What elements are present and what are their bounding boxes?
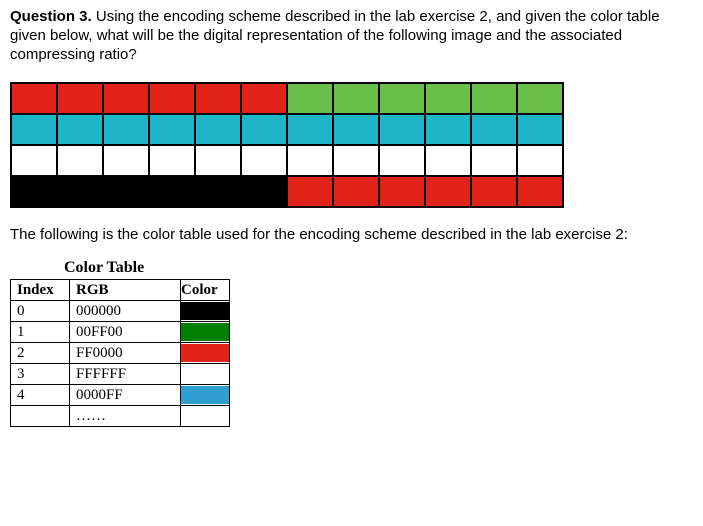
color-table-rgb: FF0000 xyxy=(70,343,181,364)
pixel-cell xyxy=(379,145,425,176)
pixel-cell xyxy=(57,176,103,207)
pixel-cell xyxy=(471,145,517,176)
pixel-cell xyxy=(425,145,471,176)
color-table-rgb: 000000 xyxy=(70,301,181,322)
pixel-cell xyxy=(11,176,57,207)
color-table-caption: Color Table xyxy=(64,259,693,277)
question-text: Question 3. Using the encoding scheme de… xyxy=(10,8,693,64)
color-table-swatch xyxy=(181,322,230,343)
pixel-cell xyxy=(287,114,333,145)
pixel-cell xyxy=(149,145,195,176)
pixel-row xyxy=(11,114,563,145)
color-table-index: 0 xyxy=(11,301,70,322)
color-table-rgb: …… xyxy=(70,406,181,427)
pixel-cell xyxy=(103,176,149,207)
pixel-cell xyxy=(11,145,57,176)
pixel-cell xyxy=(287,145,333,176)
pixel-cell xyxy=(471,176,517,207)
pixel-cell xyxy=(57,114,103,145)
pixel-cell xyxy=(149,83,195,114)
pixel-cell xyxy=(195,114,241,145)
color-table: Index RGB Color 0000000100FF002FF00003FF… xyxy=(10,279,230,427)
pixel-cell xyxy=(195,145,241,176)
pixel-cell xyxy=(149,114,195,145)
pixel-cell xyxy=(517,83,563,114)
pixel-cell xyxy=(333,176,379,207)
pixel-cell xyxy=(103,145,149,176)
pixel-cell xyxy=(425,114,471,145)
pixel-cell xyxy=(103,114,149,145)
color-table-swatch xyxy=(181,301,230,322)
pixel-cell xyxy=(471,83,517,114)
pixel-cell xyxy=(425,176,471,207)
pixel-cell xyxy=(379,83,425,114)
pixel-row xyxy=(11,145,563,176)
pixel-cell xyxy=(195,176,241,207)
color-table-row-ellipsis: …… xyxy=(11,406,230,427)
pixel-cell xyxy=(57,83,103,114)
color-table-row: 3FFFFFF xyxy=(11,364,230,385)
color-table-rgb: 0000FF xyxy=(70,385,181,406)
question-label: Question 3. xyxy=(10,8,92,25)
pixel-cell xyxy=(379,176,425,207)
pixel-cell xyxy=(517,145,563,176)
color-table-row: 40000FF xyxy=(11,385,230,406)
color-table-index: 1 xyxy=(11,322,70,343)
color-table-row: 100FF00 xyxy=(11,322,230,343)
pixel-cell xyxy=(333,83,379,114)
color-table-intro: The following is the color table used fo… xyxy=(10,226,693,245)
pixel-cell xyxy=(517,176,563,207)
question-body: Using the encoding scheme described in t… xyxy=(10,8,660,63)
pixel-cell xyxy=(287,83,333,114)
pixel-cell xyxy=(195,83,241,114)
pixel-cell xyxy=(11,83,57,114)
color-table-index: 2 xyxy=(11,343,70,364)
color-table-swatch xyxy=(181,406,230,427)
pixel-cell xyxy=(471,114,517,145)
pixel-cell xyxy=(287,176,333,207)
pixel-cell xyxy=(149,176,195,207)
pixel-cell xyxy=(241,145,287,176)
color-table-header-rgb: RGB xyxy=(70,280,181,301)
color-table-swatch xyxy=(181,343,230,364)
pixel-cell xyxy=(425,83,471,114)
pixel-cell xyxy=(241,83,287,114)
pixel-cell xyxy=(241,176,287,207)
pixel-cell xyxy=(241,114,287,145)
color-table-swatch xyxy=(181,385,230,406)
pixel-cell xyxy=(103,83,149,114)
color-table-row: 2FF0000 xyxy=(11,343,230,364)
pixel-cell xyxy=(57,145,103,176)
pixel-cell xyxy=(333,145,379,176)
color-table-row: 0000000 xyxy=(11,301,230,322)
color-table-body: 0000000100FF002FF00003FFFFFF40000FF…… xyxy=(11,301,230,427)
color-table-index: 3 xyxy=(11,364,70,385)
color-table-rgb: FFFFFF xyxy=(70,364,181,385)
pixel-cell xyxy=(379,114,425,145)
color-table-index: 4 xyxy=(11,385,70,406)
pixel-cell xyxy=(11,114,57,145)
pixel-row xyxy=(11,176,563,207)
color-table-swatch xyxy=(181,364,230,385)
pixel-cell xyxy=(517,114,563,145)
pixel-image-grid xyxy=(10,82,564,208)
pixel-image-body xyxy=(11,83,563,207)
color-table-rgb: 00FF00 xyxy=(70,322,181,343)
color-table-header-color: Color xyxy=(181,280,230,301)
color-table-header-index: Index xyxy=(11,280,70,301)
pixel-row xyxy=(11,83,563,114)
color-table-index xyxy=(11,406,70,427)
pixel-cell xyxy=(333,114,379,145)
